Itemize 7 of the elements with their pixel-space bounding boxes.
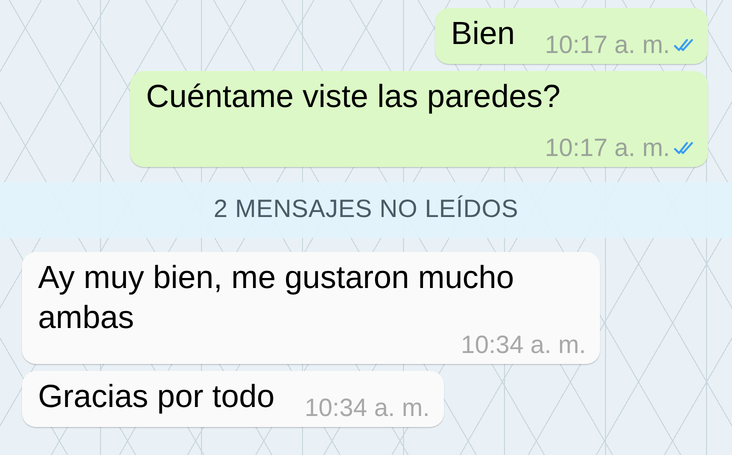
message-text: Gracias por todo: [38, 378, 275, 414]
message-text: Bien: [450, 15, 515, 51]
message-text: Cuéntame viste las paredes?: [146, 78, 560, 114]
message-time: 10:17 a. m.: [544, 134, 670, 162]
message-time: 10:34 a. m.: [304, 394, 430, 422]
unread-label: 2 MENSAJES NO LEÍDOS: [214, 194, 518, 226]
message-time: 10:17 a. m.: [544, 31, 670, 59]
